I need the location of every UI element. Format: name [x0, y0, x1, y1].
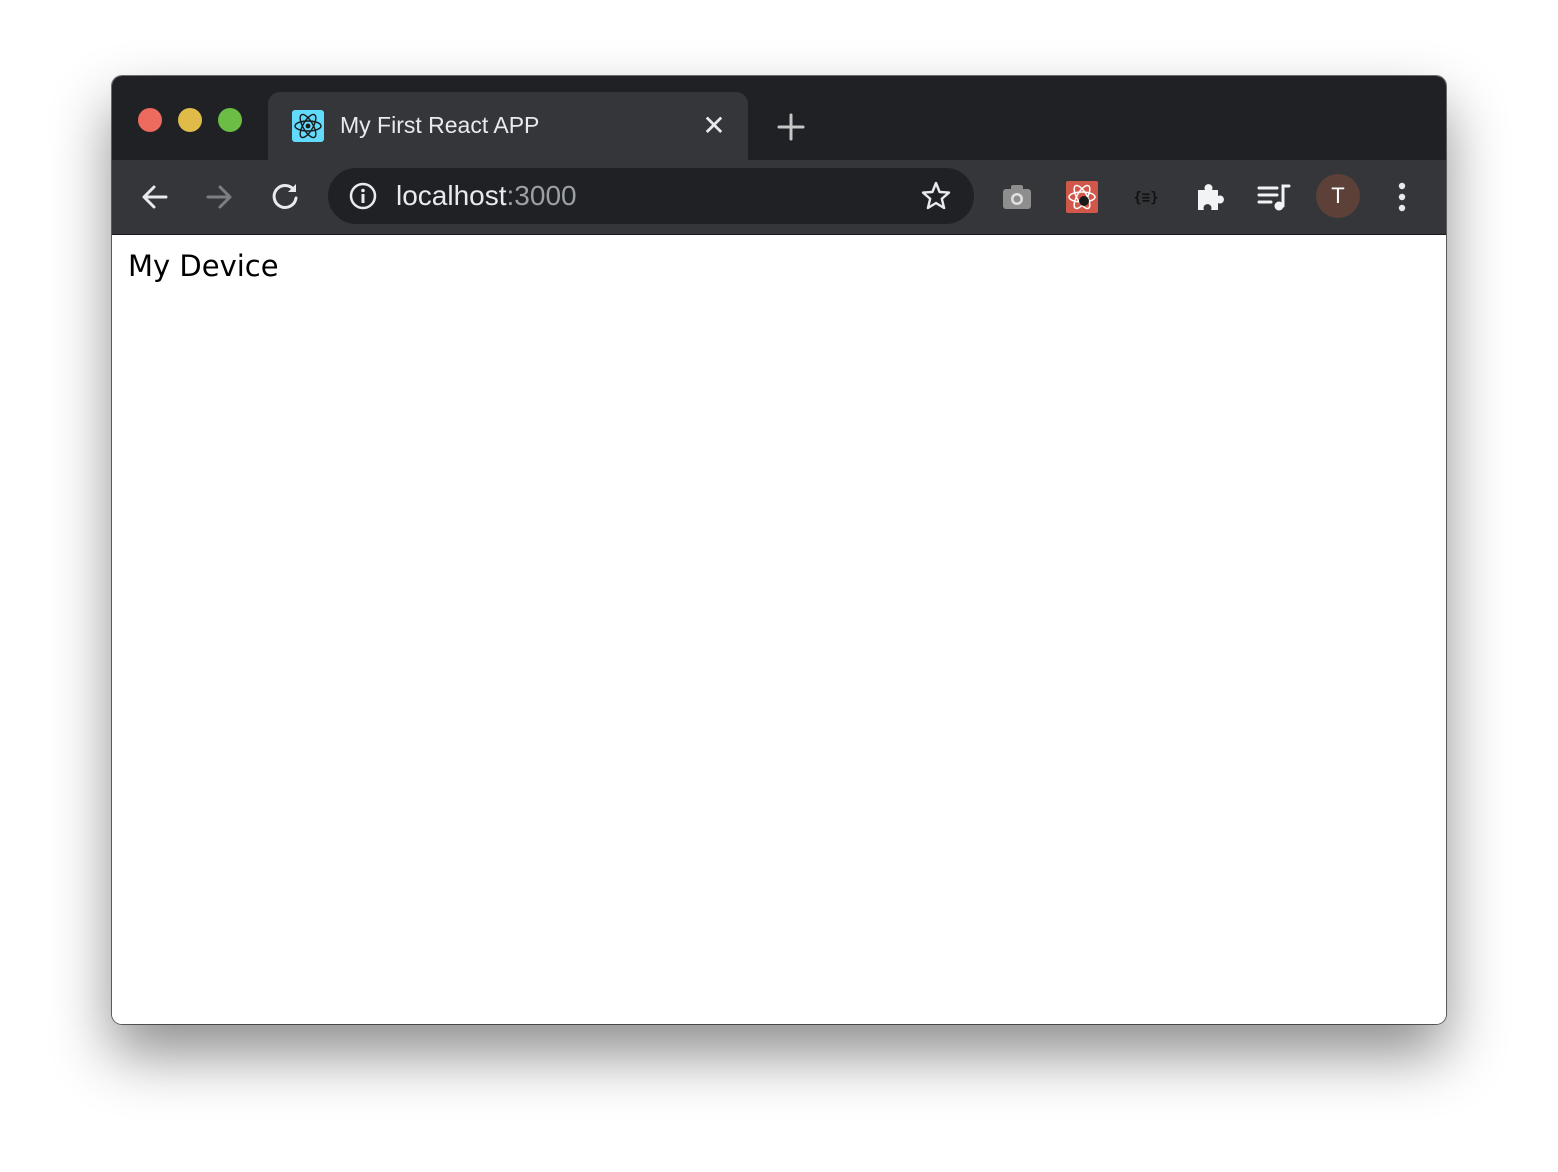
camera-icon — [1003, 185, 1031, 209]
plus-icon — [777, 113, 805, 141]
tab-close-icon[interactable]: ✕ — [700, 112, 728, 140]
media-controls-button[interactable] — [1257, 180, 1291, 214]
tab-title: My First React APP — [340, 112, 540, 138]
arrow-right-icon — [206, 185, 232, 209]
url-text[interactable]: localhost:3000 — [396, 180, 577, 212]
url-port: :3000 — [506, 180, 577, 211]
extensions-button[interactable] — [1193, 180, 1227, 214]
forward-button[interactable] — [200, 178, 238, 216]
reload-icon — [272, 183, 298, 209]
react-logo-icon — [292, 110, 324, 142]
more-vert-icon[interactable] — [1388, 178, 1416, 216]
browser-window: My First React APP ✕ localhost:3000 {≡} … — [112, 76, 1446, 1024]
star-icon[interactable] — [920, 180, 952, 212]
arrow-left-icon — [142, 185, 168, 209]
window-close-button[interactable] — [138, 108, 162, 132]
toolbar: localhost:3000 {≡} T — [112, 160, 1446, 235]
camera-extension-button[interactable] — [1000, 180, 1034, 214]
json-formatter-extension-button[interactable]: {≡} — [1129, 180, 1163, 214]
react-devtools-icon — [1066, 181, 1098, 213]
reload-button[interactable] — [266, 178, 304, 216]
svg-text:{≡}: {≡} — [1133, 190, 1158, 206]
tab-active[interactable]: My First React APP ✕ — [268, 92, 748, 160]
json-formatter-icon: {≡} — [1133, 190, 1158, 206]
tab-strip: My First React APP ✕ — [112, 76, 1446, 160]
window-minimize-button[interactable] — [178, 108, 202, 132]
info-icon[interactable] — [348, 181, 378, 211]
puzzle-icon — [1198, 184, 1224, 210]
profile-avatar[interactable]: T — [1316, 174, 1360, 218]
window-maximize-button[interactable] — [218, 108, 242, 132]
media-queue-icon — [1257, 184, 1291, 211]
url-host: localhost — [396, 180, 507, 211]
new-tab-button[interactable] — [774, 110, 808, 144]
react-devtools-extension-button[interactable] — [1065, 180, 1099, 214]
page-heading: My Device — [128, 249, 279, 283]
back-button[interactable] — [136, 178, 174, 216]
address-bar[interactable]: localhost:3000 — [328, 168, 974, 224]
page-content: My Device — [112, 235, 1446, 1024]
